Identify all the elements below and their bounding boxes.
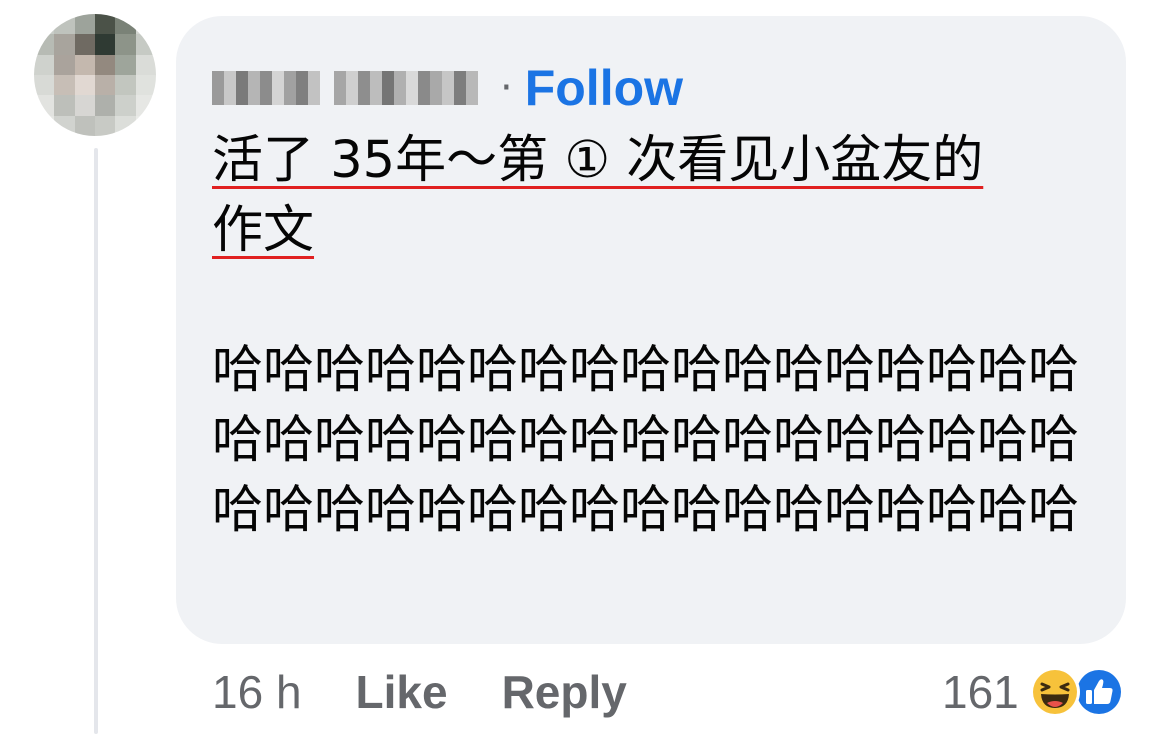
comment-actions: 16 h Like Reply xyxy=(212,662,627,722)
comment-line-1: 活了 35年～第 ① 次看见小盆友的 xyxy=(212,131,984,190)
separator-dot: · xyxy=(500,65,513,111)
comment-body: 哈哈哈哈哈哈哈哈哈哈哈哈哈哈哈哈哈哈哈哈哈哈哈哈哈哈哈哈哈哈哈哈哈哈哈哈哈哈哈哈… xyxy=(212,341,1080,540)
comment-header: · Follow xyxy=(212,58,683,118)
comment-line-2: 作文 xyxy=(212,201,315,260)
avatar[interactable] xyxy=(34,14,156,136)
timestamp[interactable]: 16 h xyxy=(212,665,302,719)
reply-button[interactable]: Reply xyxy=(502,665,627,719)
comment-text: 活了 35年～第 ① 次看见小盆友的 作文 哈哈哈哈哈哈哈哈哈哈哈哈哈哈哈哈哈哈… xyxy=(212,126,1102,546)
author-name-redacted[interactable] xyxy=(212,71,478,105)
reaction-count: 161 xyxy=(942,666,1019,718)
haha-icon xyxy=(1029,667,1080,717)
follow-button[interactable]: Follow xyxy=(525,63,683,113)
thread-line xyxy=(94,148,98,734)
reaction-summary[interactable]: 161 xyxy=(942,662,1125,722)
like-button[interactable]: Like xyxy=(356,665,448,719)
